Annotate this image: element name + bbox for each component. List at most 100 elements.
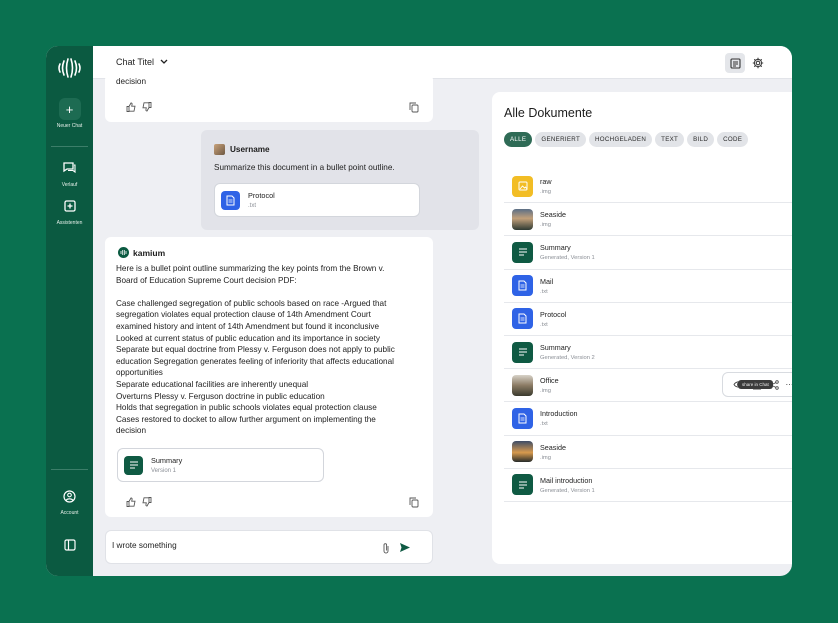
document-row[interactable]: Seaside .img <box>504 436 792 469</box>
tooltip: share in Chat <box>738 380 773 389</box>
send-icon[interactable] <box>399 542 411 553</box>
message-line: segregation violates equal protection cl… <box>116 310 371 320</box>
app-window: + Neuer Chat Verlauf Assistenten Account <box>46 46 792 576</box>
toggle-sidebar-button[interactable] <box>46 534 93 556</box>
message-line: examined history and intent of 14th Amen… <box>116 321 380 331</box>
document-meta: .img <box>540 388 551 395</box>
copy-icon[interactable] <box>409 497 419 508</box>
message-line <box>116 286 426 298</box>
photo-thumbnail <box>512 441 533 463</box>
document-name: Seaside <box>540 210 566 220</box>
thumbs-up-icon[interactable] <box>126 497 136 507</box>
chat-input-bar <box>105 530 433 564</box>
settings-button[interactable] <box>748 53 768 73</box>
add-to-chat-icon[interactable]: ⋯ <box>786 380 793 389</box>
account-button[interactable]: Account <box>46 485 93 516</box>
document-row[interactable]: Summary Generated, Version 1 <box>504 236 792 270</box>
main-area: Chat Titel decision Username Summarize t… <box>93 46 792 576</box>
image-icon <box>512 175 533 197</box>
account-icon <box>59 485 81 507</box>
message-line: Board of Education Supreme Court decisio… <box>116 275 297 285</box>
filter-chip-generiert[interactable]: GENERIERT <box>535 132 587 147</box>
message-line: Here is a bullet point outline summarizi… <box>116 264 385 273</box>
message-line: Overturns Plessy v. Ferguson doctrine in… <box>116 391 325 401</box>
thumbs-down-icon[interactable] <box>142 102 152 112</box>
filter-chip-hochgeladen[interactable]: HOCHGELADEN <box>589 132 653 147</box>
sidebar: + Neuer Chat Verlauf Assistenten Account <box>46 46 93 576</box>
message-line: opportunities <box>116 368 163 378</box>
document-icon <box>729 57 741 69</box>
file-text-icon <box>512 308 533 330</box>
document-row[interactable]: Mail .txt <box>504 270 792 303</box>
gear-icon <box>752 57 764 69</box>
documents-panel: Alle Dokumente ✕ ALLEGENERIERTHOCHGELADE… <box>492 92 792 564</box>
filter-chip-alle[interactable]: ALLE <box>504 132 533 147</box>
notes-icon <box>512 341 533 363</box>
document-name: Protocol <box>540 309 567 319</box>
document-meta: .txt <box>540 421 548 428</box>
summary-attachment-card[interactable]: Summary Version 1 <box>117 448 324 482</box>
chat-title-dropdown[interactable]: Chat Titel <box>116 57 168 67</box>
message-line: Cases restored to docket to allow furthe… <box>116 414 376 424</box>
message-actions <box>126 497 152 507</box>
document-row[interactable]: Protocol .txt <box>504 303 792 336</box>
message-line: Case challenged segregation of public sc… <box>116 298 387 308</box>
message-line: decision <box>116 426 147 436</box>
paperclip-icon[interactable] <box>382 542 390 554</box>
document-name: Summary <box>540 243 571 253</box>
file-text-icon <box>512 275 533 297</box>
divider <box>51 469 88 470</box>
username: Username <box>230 145 270 154</box>
document-row[interactable]: Seaside .img <box>504 203 792 237</box>
add-box-icon <box>59 195 81 217</box>
document-name: Introduction <box>540 409 578 419</box>
message-line: Separate educational facilities are inhe… <box>116 379 309 389</box>
document-meta: Generated, Version 2 <box>540 355 595 362</box>
message-line: Holds that segregation in public schools… <box>116 403 377 413</box>
photo-thumbnail <box>512 208 533 230</box>
notes-icon <box>512 241 533 263</box>
avatar <box>214 144 225 155</box>
message-line: Looked at current status of public educa… <box>116 333 380 343</box>
assistants-button[interactable]: Assistenten <box>46 195 93 226</box>
document-name: Mail introduction <box>540 475 593 485</box>
document-meta: .txt <box>540 288 548 295</box>
chat-input[interactable] <box>112 541 372 550</box>
file-text-icon <box>221 190 240 210</box>
document-row[interactable]: Mail introduction Generated, Version 1 <box>504 469 792 502</box>
history-button[interactable]: Verlauf <box>46 157 93 188</box>
thumbs-up-icon[interactable] <box>126 102 136 112</box>
document-meta: .img <box>540 454 551 461</box>
document-row[interactable]: Summary Generated, Version 2 <box>504 336 792 370</box>
document-name: Office <box>540 376 559 386</box>
attachment-card[interactable]: Protocol .txt <box>214 183 420 217</box>
message-line: education Segregation generates feeling … <box>116 356 394 366</box>
message-line: Separate but equal doctrine from Plessy … <box>116 345 395 355</box>
plus-icon: + <box>58 98 81 120</box>
document-name: Seaside <box>540 442 566 452</box>
kamium-avatar-icon <box>118 247 129 258</box>
documents-title: Alle Dokumente <box>504 106 593 120</box>
filter-chip-bild[interactable]: BILD <box>687 132 715 147</box>
file-text-icon <box>512 407 533 429</box>
document-meta: .img <box>540 189 551 196</box>
filter-chip-text[interactable]: TEXT <box>655 132 685 147</box>
notes-icon <box>512 474 533 496</box>
document-meta: .img <box>540 222 551 229</box>
kamium-logo <box>58 58 81 78</box>
filter-chips: ALLE GENERIERT HOCHGELADEN TEXT BILD CODE <box>504 132 749 147</box>
filter-chip-code[interactable]: CODE <box>717 132 749 147</box>
chevron-down-icon <box>160 59 168 64</box>
bot-name: kamium <box>133 247 166 258</box>
copy-icon[interactable] <box>409 102 419 113</box>
document-meta: Generated, Version 1 <box>540 255 595 262</box>
user-message-text: Summarize this document in a bullet poin… <box>214 163 395 172</box>
document-row[interactable]: Introduction .txt <box>504 402 792 436</box>
divider <box>51 146 88 147</box>
message-actions <box>126 102 152 112</box>
documents-toggle-button[interactable] <box>725 53 745 73</box>
new-chat-button[interactable]: + Neuer Chat <box>46 98 93 129</box>
document-row[interactable]: raw .img <box>504 170 792 204</box>
thumbs-down-icon[interactable] <box>142 497 152 507</box>
document-meta: .txt <box>540 321 548 328</box>
